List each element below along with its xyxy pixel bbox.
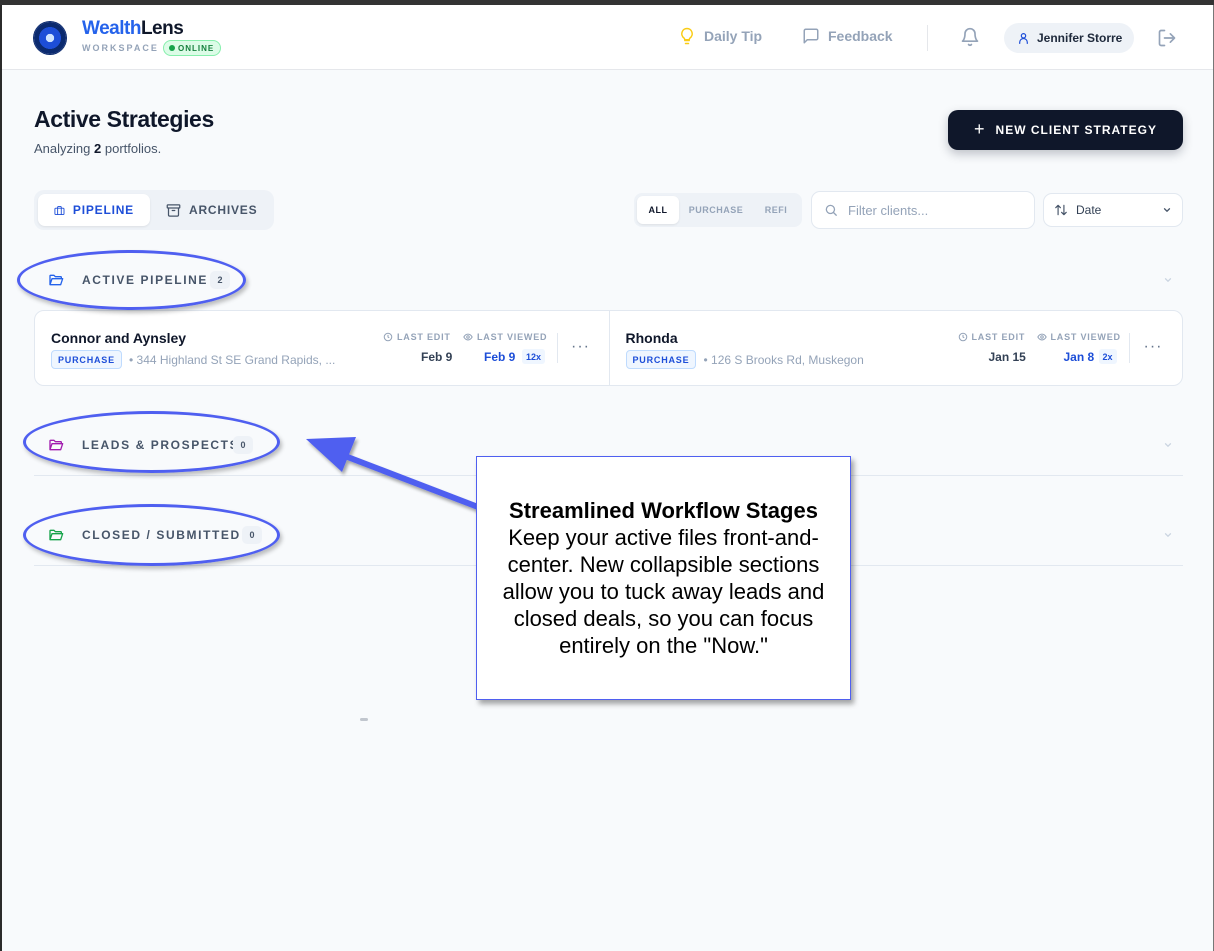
annotation-ellipse	[17, 250, 246, 310]
view-count-badge: 2x	[1098, 349, 1117, 364]
card-divider	[557, 333, 558, 363]
view-tabs: PIPELINE ARCHIVES	[34, 190, 274, 230]
subtitle-suffix: portfolios.	[104, 141, 162, 156]
sort-select[interactable]: Date	[1043, 193, 1183, 227]
callout-title: Streamlined Workflow Stages	[509, 498, 818, 523]
client-type-badge: PURCHASE	[51, 350, 122, 369]
last-viewed-label-text: LAST VIEWED	[1050, 332, 1121, 342]
briefcase-icon	[54, 205, 65, 215]
status-dot-icon	[169, 45, 175, 51]
client-address: • 126 S Brooks Rd, Muskegon	[703, 353, 864, 367]
more-options-icon[interactable]: ···	[571, 338, 590, 356]
clock-icon	[958, 332, 967, 342]
client-card[interactable]: Rhonda PURCHASE • 126 S Brooks Rd, Muske…	[608, 311, 1183, 385]
last-viewed-label-text: LAST VIEWED	[477, 332, 548, 342]
clock-icon	[383, 332, 393, 342]
filter-purchase[interactable]: PURCHASE	[679, 196, 753, 224]
tab-pipeline[interactable]: PIPELINE	[38, 194, 150, 226]
chat-icon	[803, 28, 819, 44]
chevron-down-icon[interactable]	[1163, 440, 1173, 450]
filter-clients-input[interactable]	[848, 202, 1018, 218]
last-edit-label-text: LAST EDIT	[971, 332, 1026, 342]
status-badge-label: ONLINE	[178, 43, 215, 53]
tab-archives[interactable]: ARCHIVES	[150, 194, 273, 226]
annotation-callout: Streamlined Workflow Stages Keep your ac…	[476, 456, 851, 700]
last-edit-label: LAST EDIT	[383, 332, 451, 342]
logout-icon[interactable]	[1157, 28, 1177, 48]
feedback-label: Feedback	[828, 28, 893, 44]
new-client-strategy-label: NEW CLIENT STRATEGY	[995, 123, 1157, 137]
chevron-down-icon	[1163, 208, 1171, 212]
tab-pipeline-label: PIPELINE	[72, 203, 134, 217]
last-viewed-value: Feb 9	[484, 350, 516, 364]
client-card[interactable]: Connor and Aynsley PURCHASE • 344 Highla…	[35, 311, 609, 385]
tab-archives-label: ARCHIVES	[189, 203, 258, 217]
search-box	[811, 191, 1035, 229]
more-options-icon[interactable]: ···	[1144, 338, 1163, 356]
view-count-badge: 12x	[522, 349, 546, 364]
last-edit-label-text: LAST EDIT	[397, 332, 451, 342]
window-frame-left	[0, 5, 2, 951]
client-card-row: Connor and Aynsley PURCHASE • 344 Highla…	[34, 310, 1183, 386]
eye-icon	[463, 333, 473, 341]
last-edit-value: Jan 15	[988, 350, 1026, 364]
daily-tip-button[interactable]: Daily Tip	[678, 27, 762, 45]
annotation-ellipse	[23, 411, 280, 473]
user-name: Jennifer Storre	[1037, 31, 1123, 45]
header-divider	[927, 25, 928, 51]
last-edit-label: LAST EDIT	[958, 332, 1026, 342]
client-type-badge: PURCHASE	[625, 350, 697, 369]
brand-name[interactable]: WealthLens	[82, 18, 184, 40]
type-filter-segment: ALL PURCHASE REFI	[634, 193, 802, 227]
logo-icon[interactable]	[34, 22, 66, 54]
stray-mark	[360, 718, 368, 721]
chevron-down-icon[interactable]	[1163, 275, 1173, 285]
feedback-button[interactable]: Feedback	[802, 27, 893, 45]
annotation-ellipse	[23, 504, 280, 566]
daily-tip-label: Daily Tip	[704, 28, 763, 44]
user-icon	[1019, 32, 1028, 44]
chevron-down-icon[interactable]	[1163, 530, 1173, 540]
eye-icon	[1036, 333, 1047, 341]
callout-body: Keep your active files front-and-center.…	[502, 525, 825, 658]
new-client-strategy-button[interactable]: + NEW CLIENT STRATEGY	[948, 110, 1183, 150]
archive-icon	[166, 203, 181, 217]
subtitle-prefix: Analyzing	[34, 141, 91, 156]
last-viewed-label: LAST VIEWED	[463, 332, 547, 342]
brand-name-part2: Lens	[140, 18, 184, 39]
filter-refi[interactable]: REFI	[753, 196, 799, 224]
plus-icon: +	[974, 118, 986, 139]
lightbulb-icon	[681, 27, 693, 45]
workspace-label: WORKSPACE	[82, 43, 159, 53]
brand-name-part1: Wealth	[82, 18, 141, 39]
page-subtitle: Analyzing 2 portfolios.	[34, 141, 161, 156]
app-header: WealthLens WORKSPACE ONLINE Daily Tip Fe…	[2, 5, 1213, 70]
last-viewed-value: Jan 8	[1063, 350, 1095, 364]
user-menu-button[interactable]: Jennifer Storre	[1004, 23, 1134, 53]
status-badge: ONLINE	[163, 40, 222, 56]
filter-all[interactable]: ALL	[637, 196, 679, 224]
client-name: Rhonda	[625, 330, 678, 346]
bell-icon[interactable]	[960, 27, 980, 47]
last-edit-value: Feb 9	[421, 350, 453, 364]
search-icon	[825, 204, 837, 216]
client-name: Connor and Aynsley	[51, 330, 187, 346]
portfolio-count: 2	[94, 141, 102, 156]
sort-icon	[1055, 204, 1067, 216]
page-title: Active Strategies	[34, 106, 214, 132]
card-divider	[1128, 333, 1130, 363]
last-viewed-label: LAST VIEWED	[1036, 332, 1121, 342]
sort-value: Date	[1076, 203, 1102, 217]
client-address: • 344 Highland St SE Grand Rapids, ...	[129, 353, 336, 367]
